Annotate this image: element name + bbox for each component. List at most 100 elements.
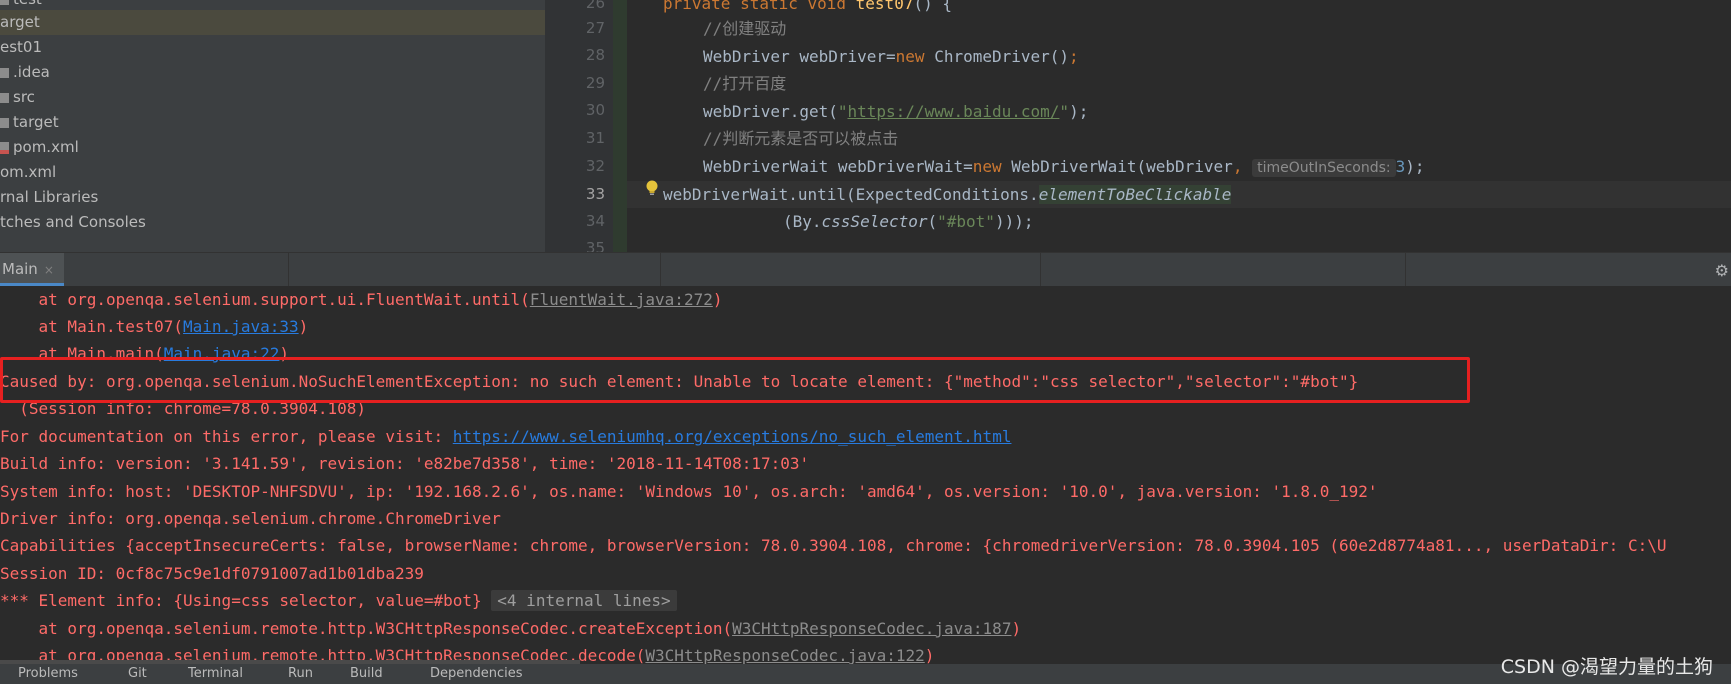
code-line-28: WebDriver webDriver=new ChromeDriver(); bbox=[703, 43, 1731, 70]
code-text: WebDriverWait webDriverWait= bbox=[703, 157, 973, 176]
method-name: test07 bbox=[855, 0, 914, 13]
tree-item-label: arget bbox=[0, 13, 40, 31]
stack-frame-text: ) bbox=[1011, 619, 1022, 638]
tree-item-label: test bbox=[13, 0, 42, 8]
comment: //打开百度 bbox=[703, 74, 787, 93]
line-number: 29 bbox=[585, 74, 605, 92]
code-line-32: WebDriverWait webDriverWait=new WebDrive… bbox=[703, 153, 1731, 180]
code-text: WebDriverWait(webDriver bbox=[1011, 157, 1233, 176]
tree-item-test01[interactable]: est01 bbox=[0, 35, 545, 60]
source-link[interactable]: FluentWait.java:272 bbox=[530, 290, 713, 309]
source-link[interactable]: W3CHttpResponseCodec.java:122 bbox=[645, 646, 924, 664]
stack-frame-text: at org.openqa.selenium.remote.http.W3CHt… bbox=[0, 619, 733, 638]
comment: //创建驱动 bbox=[703, 19, 787, 38]
tree-item-label: tches and Consoles bbox=[0, 213, 146, 231]
tab-separator bbox=[288, 253, 289, 287]
code-text: ( bbox=[927, 212, 938, 231]
tree-item-label: src bbox=[13, 88, 35, 106]
tree-item-label: .idea bbox=[13, 63, 50, 81]
tree-item-target[interactable]: target bbox=[0, 110, 545, 135]
string-url[interactable]: https://www.baidu.com/ bbox=[848, 102, 1060, 121]
keyword: private static void bbox=[663, 0, 856, 13]
code-text: () { bbox=[913, 0, 952, 13]
code-text: webDriverWait.until(ExpectedConditions. bbox=[663, 185, 1039, 204]
folder-icon bbox=[0, 92, 9, 103]
code-text: (By. bbox=[783, 212, 822, 231]
stack-frame-text: at org.openqa.selenium.support.ui.Fluent… bbox=[0, 290, 530, 309]
run-tool-window-header: Main × ⚙ bbox=[0, 252, 1731, 287]
code-area[interactable]: private static void test07() { //创建驱动 We… bbox=[627, 0, 1731, 252]
code-line-29: //打开百度 bbox=[703, 70, 1731, 97]
run-tab[interactable]: Run bbox=[288, 666, 313, 681]
docs-link[interactable]: https://www.seleniumhq.org/exceptions/no… bbox=[453, 427, 1012, 446]
folder-icon bbox=[0, 117, 9, 128]
code-line-33-current: webDriverWait.until(ExpectedConditions.e… bbox=[627, 181, 1731, 208]
tree-item-src[interactable]: src bbox=[0, 85, 545, 110]
tree-item-pom-xml[interactable]: pom.xml bbox=[0, 135, 545, 160]
folded-lines-button[interactable]: <4 internal lines> bbox=[491, 590, 677, 611]
build-tab[interactable]: Build bbox=[350, 666, 383, 681]
code-line-34: (By.cssSelector("#bot"))); bbox=[783, 208, 1731, 235]
vcs-change-marker bbox=[613, 0, 627, 252]
tree-item-root-pom-xml[interactable]: om.xml bbox=[0, 160, 545, 185]
gear-icon[interactable]: ⚙ bbox=[1715, 261, 1729, 280]
keyword: new bbox=[895, 47, 935, 66]
comma: , bbox=[1232, 157, 1253, 176]
code-line-31: //判断元素是否可以被点击 bbox=[703, 125, 1731, 152]
line-number: 30 bbox=[585, 101, 605, 119]
code-editor[interactable]: 26 27 28 29 30 31 32 33 34 35 private st… bbox=[545, 0, 1731, 252]
tree-item-target-selected[interactable]: arget bbox=[0, 10, 545, 35]
line-number: 35 bbox=[585, 239, 605, 252]
code-text: ))); bbox=[994, 212, 1034, 231]
console-line: Build info: version: '3.141.59', revisio… bbox=[0, 454, 810, 473]
tree-item-idea[interactable]: .idea bbox=[0, 60, 545, 85]
code-text: webDriver.get( bbox=[703, 102, 838, 121]
code-text: WebDriver webDriver= bbox=[703, 47, 896, 66]
tree-item-label: rnal Libraries bbox=[0, 188, 99, 206]
tree-item-label: pom.xml bbox=[13, 138, 79, 156]
tool-window-bar: Problems Git Terminal Run Build Dependen… bbox=[0, 664, 1731, 684]
source-link[interactable]: Main.java:33 bbox=[183, 317, 299, 336]
static-method-highlighted: elementToBeClickable bbox=[1038, 185, 1232, 204]
git-tab[interactable]: Git bbox=[128, 666, 147, 681]
console-output[interactable]: at org.openqa.selenium.support.ui.Fluent… bbox=[0, 286, 1731, 664]
code-text: ); bbox=[1405, 157, 1425, 176]
console-line: For documentation on this error, please … bbox=[0, 423, 1011, 450]
dependencies-tab[interactable]: Dependencies bbox=[430, 666, 523, 681]
line-number: 27 bbox=[585, 19, 605, 37]
lightbulb-icon[interactable] bbox=[645, 180, 659, 196]
code-line-30: webDriver.get("https://www.baidu.com/"); bbox=[703, 98, 1731, 125]
code-text: ); bbox=[1069, 102, 1089, 121]
terminal-tab[interactable]: Terminal bbox=[188, 666, 243, 681]
tab-main[interactable]: Main × bbox=[0, 253, 64, 286]
line-number-current: 33 bbox=[585, 185, 605, 203]
comment: //判断元素是否可以被点击 bbox=[703, 129, 899, 148]
code-text: ChromeDriver() bbox=[934, 47, 1070, 66]
console-text: *** Element info: {Using=css selector, v… bbox=[0, 591, 482, 610]
parameter-hint: timeOutInSeconds: bbox=[1252, 159, 1396, 177]
problems-tab[interactable]: Problems bbox=[18, 666, 78, 681]
tree-item-label: est01 bbox=[0, 38, 43, 56]
string-quote: " bbox=[1059, 102, 1070, 121]
static-method: cssSelector bbox=[821, 212, 928, 231]
tree-item-scratches[interactable]: tches and Consoles bbox=[0, 210, 545, 235]
console-line: at org.openqa.selenium.remote.http.W3CHt… bbox=[0, 615, 1022, 642]
stack-frame-text: ) bbox=[298, 317, 309, 336]
keyword: new bbox=[972, 157, 1012, 176]
stack-frame-text: ) bbox=[924, 646, 935, 664]
stack-frame-text: ) bbox=[712, 290, 723, 309]
line-number: 28 bbox=[585, 46, 605, 64]
number-literal: 3 bbox=[1395, 157, 1406, 176]
highlight-annotation-box bbox=[0, 357, 1470, 403]
source-link[interactable]: W3CHttpResponseCodec.java:187 bbox=[732, 619, 1011, 638]
console-line: System info: host: 'DESKTOP-NHFSDVU', ip… bbox=[0, 482, 1378, 501]
console-line: *** Element info: {Using=css selector, v… bbox=[0, 587, 677, 614]
code-line-27: //创建驱动 bbox=[703, 15, 1731, 42]
tree-item-label: om.xml bbox=[0, 163, 57, 181]
line-number: 34 bbox=[585, 212, 605, 230]
close-icon[interactable]: × bbox=[44, 263, 54, 277]
tree-item-external-libraries[interactable]: rnal Libraries bbox=[0, 185, 545, 210]
watermark: CSDN @渴望力量的土狗 bbox=[1500, 656, 1713, 678]
console-line: at org.openqa.selenium.support.ui.Fluent… bbox=[0, 286, 723, 313]
tab-separator bbox=[1405, 253, 1406, 287]
